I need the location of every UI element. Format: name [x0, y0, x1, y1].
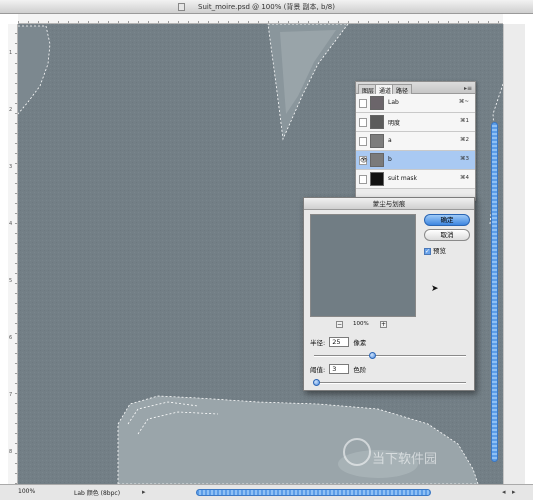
document-info[interactable]: Lab 颜色 (8bpc) [74, 488, 120, 497]
radius-row: 半径: 25 像素 [310, 337, 366, 347]
radius-slider-knob[interactable] [368, 352, 376, 359]
preview-checkbox-row[interactable]: ✓ 预览 [424, 245, 446, 255]
channel-name: 明度 [388, 120, 401, 127]
channel-row-suit-mask[interactable]: suit mask ⌘4 [356, 170, 475, 189]
visibility-toggle[interactable] [359, 137, 367, 146]
photoshop-document-window: Suit_moire.psd @ 100% (背景 副本, b/8) 1 2 3… [0, 0, 533, 500]
ruler-tick-label: 3 [9, 164, 13, 170]
visibility-toggle[interactable] [359, 118, 367, 127]
threshold-slider-knob[interactable] [312, 379, 320, 386]
channel-thumbnail [370, 153, 384, 167]
scroll-right-icon[interactable]: ▸ [512, 488, 516, 496]
palette-menu-icon[interactable]: ▸≡ [464, 85, 472, 92]
channel-row-lightness[interactable]: 明度 ⌘1 [356, 113, 475, 132]
ruler-tick-label: 1 [9, 50, 13, 56]
watermark-logo [343, 438, 371, 466]
filter-preview[interactable] [310, 214, 416, 317]
doc-info-arrow-icon[interactable]: ▸ [142, 488, 146, 496]
mouse-cursor-icon: ➤ [431, 284, 439, 294]
visibility-toggle[interactable] [359, 99, 367, 108]
channel-shortcut: ⌘4 [460, 175, 469, 181]
channel-row-lab[interactable]: Lab ⌘~ [356, 94, 475, 113]
vertical-ruler[interactable]: 1 2 3 4 5 6 7 8 [8, 24, 18, 484]
status-bar: 100% Lab 颜色 (8bpc) ▸ ◂ ▸ [0, 484, 533, 500]
channel-name: suit mask [388, 175, 417, 182]
ruler-tick-label: 5 [9, 278, 13, 284]
ruler-tick-label: 4 [9, 221, 13, 227]
ruler-tick-label: 7 [9, 392, 13, 398]
radius-unit: 像素 [353, 339, 367, 347]
threshold-label: 阈值: [310, 366, 326, 374]
window-titlebar[interactable]: Suit_moire.psd @ 100% (背景 副本, b/8) [0, 0, 533, 14]
radius-label: 半径: [310, 339, 326, 347]
zoom-level-field[interactable]: 100% [18, 488, 40, 498]
horizontal-ruler[interactable] [18, 14, 503, 24]
channel-thumbnail [370, 96, 384, 110]
ruler-tick-label: 2 [9, 107, 13, 113]
channel-shortcut: ⌘~ [458, 99, 469, 105]
threshold-slider[interactable] [312, 379, 466, 386]
tab-paths[interactable]: 路径 [392, 84, 413, 95]
channel-shortcut: ⌘1 [460, 118, 469, 124]
channel-name: Lab [388, 99, 399, 106]
visibility-toggle[interactable] [359, 175, 367, 184]
threshold-row: 阈值: 3 色阶 [310, 364, 366, 374]
window-title: Suit_moire.psd @ 100% (背景 副本, b/8) [198, 3, 335, 11]
preview-checkbox[interactable]: ✓ [424, 247, 431, 255]
threshold-unit: 色阶 [353, 366, 367, 374]
channel-shortcut: ⌘3 [460, 156, 469, 162]
threshold-input[interactable]: 3 [329, 364, 350, 374]
ruler-tick-label: 6 [9, 335, 13, 341]
vertical-scroll-thumb[interactable] [491, 122, 498, 462]
channel-row-a[interactable]: a ⌘2 [356, 132, 475, 151]
preview-label: 预览 [433, 247, 446, 255]
channel-shortcut: ⌘2 [460, 137, 469, 143]
ok-button[interactable]: 确定 [424, 214, 470, 226]
horizontal-scroll-thumb[interactable] [196, 489, 431, 496]
dust-and-scratches-dialog: 蒙尘与划痕 − 100% + 确定 取消 ✓ 预览 半径: 25 像素 阈值: 3… [303, 197, 475, 391]
eye-icon[interactable]: 👁 [359, 156, 368, 165]
channel-thumbnail [370, 115, 384, 129]
cancel-button[interactable]: 取消 [424, 229, 470, 241]
preview-zoom-level: 100% [353, 321, 369, 327]
scroll-left-icon[interactable]: ◂ [502, 488, 506, 496]
channel-thumbnail [370, 134, 384, 148]
channel-thumbnail [370, 172, 384, 186]
palette-tab-bar: 图层 通道 路径 ▸≡ [356, 82, 475, 95]
dialog-title[interactable]: 蒙尘与划痕 [304, 198, 474, 210]
ruler-tick-label: 8 [9, 449, 13, 455]
zoom-in-button[interactable]: + [380, 321, 387, 328]
vertical-scrollbar[interactable] [503, 24, 525, 484]
zoom-out-button[interactable]: − [336, 321, 343, 328]
channel-row-b[interactable]: 👁 b ⌘3 [356, 151, 475, 170]
radius-slider[interactable] [314, 352, 466, 359]
channels-palette: 图层 通道 路径 ▸≡ Lab ⌘~ 明度 ⌘1 a ⌘2 👁 b ⌘3 sui… [355, 81, 476, 201]
channel-name: b [388, 156, 392, 163]
radius-input[interactable]: 25 [329, 337, 350, 347]
preview-zoom-controls: − 100% + [336, 321, 391, 329]
watermark-text: 当下软件园 [372, 452, 438, 467]
channel-name: a [388, 137, 392, 144]
